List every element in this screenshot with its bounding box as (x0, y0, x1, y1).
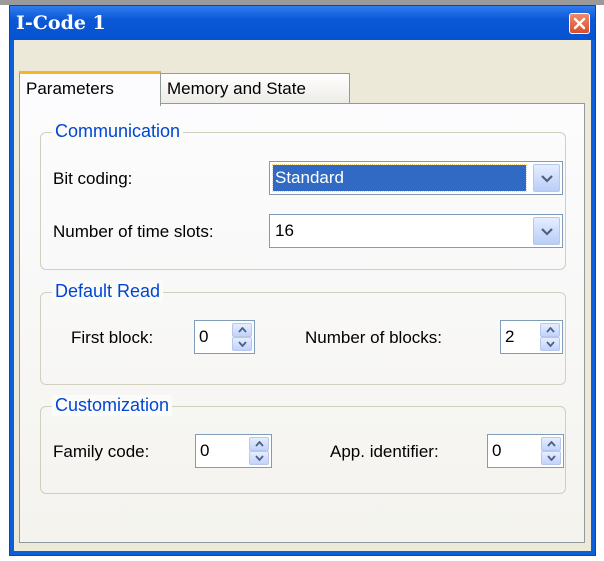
parameters-page: Communication Bit coding: Standard Numbe… (19, 103, 585, 543)
spin-down-icon (546, 341, 555, 347)
chevron-down-icon (541, 175, 553, 183)
communication-group: Communication (40, 121, 566, 270)
time-slots-dropdown-button[interactable] (533, 217, 560, 245)
spin-down-icon (238, 341, 247, 347)
family-code-value: 0 (200, 441, 210, 460)
first-block-increment-button[interactable] (232, 323, 252, 337)
bit-coding-value: Standard (272, 164, 527, 192)
spin-up-icon (238, 327, 247, 333)
num-blocks-label: Number of blocks: (305, 328, 442, 347)
app-id-label: App. identifier: (330, 442, 439, 461)
chevron-down-icon (541, 228, 553, 236)
bit-coding-dropdown-button[interactable] (533, 164, 560, 192)
bit-coding-select[interactable]: Standard (269, 161, 563, 195)
time-slots-label: Number of time slots: (53, 222, 214, 241)
family-code-label: Family code: (53, 442, 150, 461)
title-bar[interactable]: I-Code 1 (10, 6, 595, 40)
family-code-increment-button[interactable] (249, 437, 269, 451)
tab-memory-and-state[interactable]: Memory and State (160, 73, 350, 104)
spin-down-icon (547, 455, 556, 461)
family-code-spinner[interactable]: 0 (195, 434, 272, 468)
first-block-decrement-button[interactable] (232, 337, 252, 351)
app-id-value: 0 (492, 441, 502, 460)
spin-up-icon (255, 441, 264, 447)
spin-up-icon (547, 441, 556, 447)
num-blocks-decrement-button[interactable] (540, 337, 560, 351)
time-slots-value: 16 (275, 221, 294, 240)
bit-coding-label: Bit coding: (53, 169, 133, 188)
spin-up-icon (546, 327, 555, 333)
customization-legend: Customization (52, 395, 173, 416)
app-id-increment-button[interactable] (541, 437, 561, 451)
close-button[interactable] (569, 13, 590, 34)
close-icon (573, 17, 586, 30)
app-id-spinner[interactable]: 0 (487, 434, 564, 468)
time-slots-select[interactable]: 16 (269, 214, 563, 248)
num-blocks-spinner[interactable]: 2 (500, 320, 563, 354)
dialog-window: I-Code 1 Parameters Memory and State Com… (9, 5, 596, 556)
family-code-decrement-button[interactable] (249, 451, 269, 465)
tab-parameters[interactable]: Parameters (19, 71, 161, 106)
first-block-spinner[interactable]: 0 (194, 320, 255, 354)
default-read-legend: Default Read (52, 281, 164, 302)
tab-parameters-label: Parameters (26, 79, 114, 98)
num-blocks-increment-button[interactable] (540, 323, 560, 337)
app-id-decrement-button[interactable] (541, 451, 561, 465)
first-block-label: First block: (71, 328, 154, 347)
first-block-value: 0 (199, 327, 209, 346)
num-blocks-value: 2 (505, 327, 515, 346)
dialog-client: Parameters Memory and State Communicatio… (14, 40, 591, 551)
spin-down-icon (255, 455, 264, 461)
communication-legend: Communication (52, 121, 184, 142)
window-title: I-Code 1 (16, 12, 106, 34)
tab-memory-and-state-label: Memory and State (167, 79, 306, 98)
